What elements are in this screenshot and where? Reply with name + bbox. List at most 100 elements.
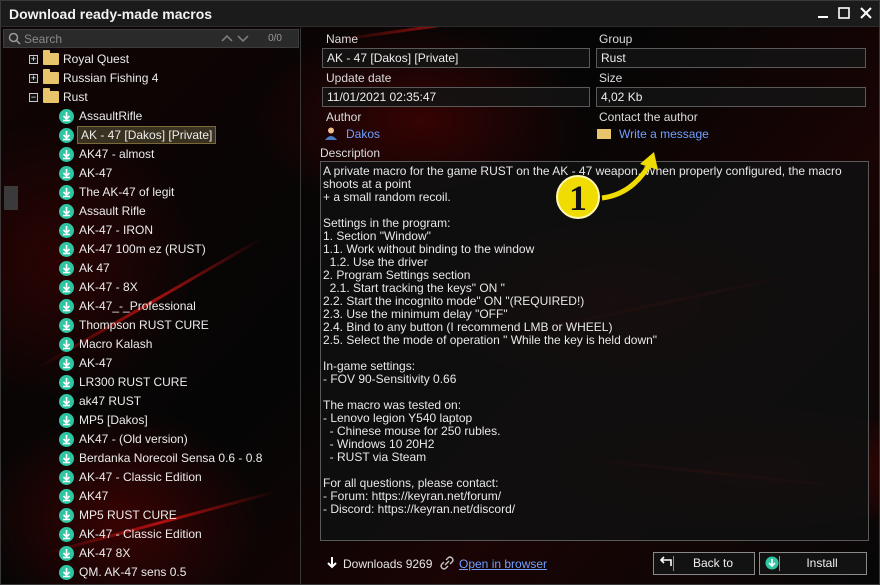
tree-macro-item-label: AK-47 8X (79, 546, 131, 560)
write-message-link[interactable]: Write a message (619, 127, 709, 141)
search-prev-icon[interactable] (220, 32, 234, 47)
tree-group-russian-fishing[interactable]: + Russian Fishing 4 (21, 69, 299, 88)
size-field[interactable]: 4,02 Kb (596, 87, 866, 107)
footer-bar: Downloads 9269 Open in browser Back to I… (320, 552, 869, 575)
tree-macro-item[interactable]: AK-47 - IRON (21, 221, 299, 240)
download-circle-icon (59, 508, 74, 523)
search-box[interactable]: Search 0/0 (3, 29, 299, 48)
tree-macro-item-label: AK47 (79, 489, 109, 503)
tree-macro-item[interactable]: AK-47 - 8X (21, 278, 299, 297)
tree-macro-item-label: AK-47 - Classic Edition (79, 527, 202, 541)
download-circle-icon (59, 527, 74, 542)
group-field[interactable]: Rust (596, 48, 866, 68)
tree-macro-item[interactable]: AK47 - (Old version) (21, 430, 299, 449)
tree-macro-item[interactable]: Berdanka Norecoil Sensa 0.6 - 0.8 (21, 449, 299, 468)
tree-macro-item[interactable]: AK-47 100m ez (RUST) (21, 240, 299, 259)
macro-tree: + Royal Quest + Russian Fishing 4 − Rust… (21, 50, 299, 582)
tree-macro-item[interactable]: AK-47_-_Professional (21, 297, 299, 316)
tree-macro-item[interactable]: AK - 47 [Dakos] [Private] (21, 126, 299, 145)
tree-macro-item[interactable]: MP5 [Dakos] (21, 411, 299, 430)
tree-macro-item-label: AK-47_-_Professional (79, 299, 196, 313)
tree-macro-item[interactable]: QM. AK-47 sens 0.5 (21, 563, 299, 582)
downloads-count: Downloads 9269 (343, 557, 433, 571)
expand-icon[interactable]: + (29, 55, 38, 64)
tree-macro-item[interactable]: AK47 - almost (21, 145, 299, 164)
download-circle-icon (59, 470, 74, 485)
tree-macro-item[interactable]: LR300 RUST CURE (21, 373, 299, 392)
tree-macro-item[interactable]: AK47 (21, 487, 299, 506)
tree-macro-item-label: LR300 RUST CURE (79, 375, 188, 389)
minimize-icon[interactable] (814, 5, 832, 23)
close-icon[interactable] (857, 5, 875, 23)
tree-macro-item-label: AK-47 - IRON (79, 223, 154, 237)
download-circle-icon (59, 223, 74, 238)
install-button[interactable]: Install (759, 552, 867, 575)
tree-macro-item[interactable]: AK-47 (21, 354, 299, 373)
maximize-icon[interactable] (835, 5, 853, 23)
tree-macro-item-label: ak47 RUST (79, 394, 142, 408)
tree-macro-item-label: Ak 47 (79, 261, 110, 275)
macro-details-pane: Name AK - 47 [Dakos] [Private] Group Rus… (310, 28, 879, 584)
tree-macro-item-label: MP5 [Dakos] (79, 413, 148, 427)
tree-macro-item[interactable]: AK-47 - Classic Edition (21, 525, 299, 544)
description-textarea[interactable]: A private macro for the game RUST on the… (320, 161, 869, 541)
tree-macro-item[interactable]: Thompson RUST CURE (21, 316, 299, 335)
open-in-browser-link[interactable]: Open in browser (459, 557, 547, 571)
expand-icon[interactable]: + (29, 74, 38, 83)
tree-macro-item[interactable]: ak47 RUST (21, 392, 299, 411)
download-circle-icon (59, 489, 74, 504)
download-circle-icon (59, 185, 74, 200)
tree-macro-item-label: AK-47 100m ez (RUST) (79, 242, 206, 256)
download-icon (326, 556, 338, 573)
search-input[interactable]: Search (24, 32, 62, 46)
back-button[interactable]: Back to (653, 552, 755, 575)
folder-icon (43, 69, 59, 84)
download-circle-icon (59, 261, 74, 276)
download-circle-icon (59, 413, 74, 428)
download-circle-icon (59, 546, 74, 561)
user-icon (324, 126, 338, 140)
tree-macro-item[interactable]: AK-47 - Classic Edition (21, 468, 299, 487)
download-circle-icon (59, 337, 74, 352)
tree-macro-item[interactable]: Ak 47 (21, 259, 299, 278)
tree-macro-item[interactable]: AK-47 8X (21, 544, 299, 563)
tree-macro-item[interactable]: AK-47 (21, 164, 299, 183)
tree-macro-item[interactable]: MP5 RUST CURE (21, 506, 299, 525)
tree-group-label: Russian Fishing 4 (63, 71, 159, 85)
search-next-icon[interactable] (236, 32, 250, 47)
name-field[interactable]: AK - 47 [Dakos] [Private] (322, 48, 590, 68)
download-circle-icon (59, 128, 74, 143)
search-result-count: 0/0 (268, 33, 282, 44)
tree-group-rust[interactable]: − Rust (21, 88, 299, 107)
tree-macro-item-label: QM. AK-47 sens 0.5 (79, 565, 187, 579)
tree-macro-item[interactable]: Macro Kalash (21, 335, 299, 354)
install-button-label: Install (806, 556, 838, 570)
envelope-icon (597, 129, 611, 139)
size-label: Size (599, 71, 623, 85)
annotation-arrow-icon (601, 152, 658, 201)
description-label: Description (320, 146, 381, 160)
author-link[interactable]: Dakos (346, 127, 380, 141)
download-circle-icon (59, 375, 74, 390)
update-date-field[interactable]: 11/01/2021 02:35:47 (322, 87, 590, 107)
tree-macro-item[interactable]: AssaultRifle (21, 107, 299, 126)
tree-group-label: Rust (63, 90, 88, 104)
link-icon (440, 556, 454, 573)
tree-macro-item-label: AssaultRifle (79, 109, 143, 123)
tree-macro-item-label: AK - 47 [Dakos] [Private] (77, 126, 217, 144)
download-circle-icon (59, 204, 74, 219)
update-date-label: Update date (326, 71, 392, 85)
author-label: Author (326, 110, 362, 124)
folder-icon (43, 88, 59, 103)
tree-group-royal-quest[interactable]: + Royal Quest (21, 50, 299, 69)
download-circle-icon (59, 242, 74, 257)
collapse-icon[interactable]: − (29, 93, 38, 102)
download-circle-icon (59, 280, 74, 295)
window-title: Download ready-made macros (9, 6, 213, 22)
download-circle-icon (59, 147, 74, 162)
tree-macro-item[interactable]: The AK-47 of legit (21, 183, 299, 202)
tree-scrollbar-thumb[interactable] (4, 186, 18, 210)
annotation-badge: 1 (556, 175, 600, 219)
name-label: Name (326, 32, 359, 46)
tree-macro-item[interactable]: Assault Rifle (21, 202, 299, 221)
